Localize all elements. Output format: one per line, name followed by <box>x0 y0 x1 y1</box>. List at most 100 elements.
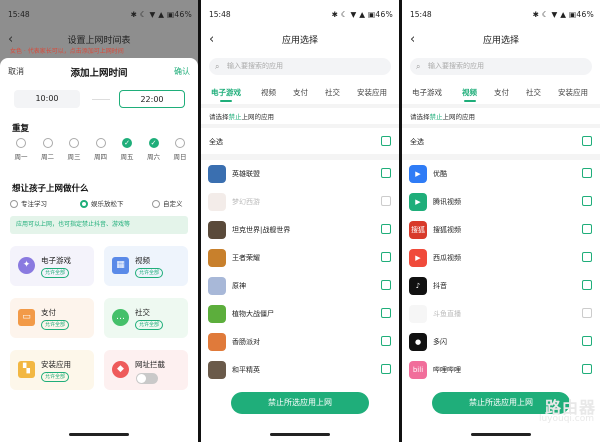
mode-option[interactable]: 专注学习 <box>10 198 47 208</box>
tab-games[interactable]: 电子游戏 <box>211 87 241 102</box>
tab-install[interactable]: 安装应用 <box>357 87 387 98</box>
list-subtitle: 请选择禁止上网的应用 <box>410 113 475 121</box>
circle-icon <box>95 138 106 148</box>
category-video[interactable]: ▦ 视频 允许全部 <box>104 246 188 286</box>
app-row[interactable]: ♪ 抖音 <box>402 272 600 300</box>
tab-payment[interactable]: 支付 <box>494 87 509 98</box>
search-icon: ⌕ <box>215 62 220 71</box>
app-row[interactable]: ▶ 优酷 <box>402 160 600 188</box>
day-option[interactable]: 周四 <box>90 138 112 161</box>
app-row[interactable]: ▶ 腾讯视频 <box>402 188 600 216</box>
app-name: 英雄联盟 <box>232 170 260 178</box>
category-badge: 允许全部 <box>41 372 70 382</box>
select-all-row[interactable]: 全选 <box>402 128 600 156</box>
category-badge: 允许全部 <box>135 320 164 330</box>
app-row[interactable]: 香肠派对 <box>201 328 399 356</box>
status-icons: ✱ ☾ ▼ ▲ ▣46% <box>331 10 393 19</box>
category-install[interactable]: ▚ 安装应用 允许全部 <box>10 350 94 390</box>
tab-video[interactable]: 视频 <box>261 87 276 98</box>
end-time-field[interactable]: 22:00 <box>119 90 185 108</box>
day-label: 周四 <box>94 153 107 161</box>
tab-games[interactable]: 电子游戏 <box>412 87 442 98</box>
checkbox[interactable] <box>582 136 592 146</box>
radio-icon <box>152 200 160 208</box>
app-row[interactable]: ● 多闪 <box>402 328 600 356</box>
checkbox[interactable] <box>582 336 592 346</box>
checkbox[interactable] <box>381 224 391 234</box>
block-selected-button[interactable]: 禁止所选应用上网 <box>231 392 369 414</box>
checkbox[interactable] <box>381 336 391 346</box>
checkbox[interactable] <box>381 364 391 374</box>
app-row[interactable]: 坦克世界|战舰世界 <box>201 216 399 244</box>
repeat-label: 重复 <box>12 124 30 134</box>
start-time-field[interactable]: 10:00 <box>14 90 80 108</box>
category-name: 支付 <box>41 308 56 317</box>
checkbox[interactable] <box>381 308 391 318</box>
checkbox[interactable] <box>381 168 391 178</box>
gesture-bar <box>471 433 531 436</box>
day-picker: 周一 周二 周三 周四 ✓ 周五 ✓ 周六 周日 <box>10 138 190 164</box>
app-row[interactable]: bili 哔哩哔哩 <box>402 356 600 384</box>
category-name: 网址拦截 <box>135 360 165 369</box>
checkbox[interactable] <box>582 224 592 234</box>
select-all-row[interactable]: 全选 <box>201 128 399 156</box>
day-option[interactable]: 周三 <box>63 138 85 161</box>
app-row[interactable]: 英雄联盟 <box>201 160 399 188</box>
tab-payment[interactable]: 支付 <box>293 87 308 98</box>
app-icon: ▶ <box>409 249 427 267</box>
checkbox[interactable] <box>582 364 592 374</box>
app-row[interactable]: 植物大战僵尸 <box>201 300 399 328</box>
day-label: 周日 <box>173 153 187 161</box>
app-name: 王者荣耀 <box>232 254 260 262</box>
tab-install[interactable]: 安装应用 <box>558 87 588 98</box>
app-icon: 搜狐 <box>409 221 427 239</box>
day-option[interactable]: 周日 <box>169 138 191 161</box>
app-row[interactable]: ▶ 西瓜视频 <box>402 244 600 272</box>
app-select-video-panel: 15:48 ✱ ☾ ▼ ▲ ▣46% ‹ 应用选择 ⌕ 输入要搜索的应用 电子游戏… <box>402 0 600 442</box>
mode-option[interactable]: 娱乐放松下 <box>80 198 124 208</box>
day-option[interactable]: 周二 <box>37 138 59 161</box>
header: ‹ 应用选择 <box>402 28 600 52</box>
day-option[interactable]: 周一 <box>10 138 32 161</box>
day-label: 周六 <box>147 153 160 161</box>
gamepad-icon: ✦ <box>18 257 35 274</box>
circle-icon <box>175 138 185 148</box>
category-badge: 允许全部 <box>41 320 70 330</box>
checkbox[interactable] <box>582 280 592 290</box>
category-games[interactable]: ✦ 电子游戏 允许全部 <box>10 246 94 286</box>
tab-video[interactable]: 视频 <box>462 87 477 102</box>
checkbox[interactable] <box>582 252 592 262</box>
app-name: 西瓜视频 <box>433 254 461 262</box>
checkbox[interactable] <box>582 196 592 206</box>
checkbox[interactable] <box>381 280 391 290</box>
app-row[interactable]: 搜狐 搜狐视频 <box>402 216 600 244</box>
tab-social[interactable]: 社交 <box>325 87 340 98</box>
day-option[interactable]: ✓ 周六 <box>143 138 165 161</box>
search-input[interactable]: ⌕ 输入要搜索的应用 <box>209 58 391 75</box>
category-payment[interactable]: ▭ 支付 允许全部 <box>10 298 94 338</box>
select-all-label: 全选 <box>410 138 424 146</box>
divider <box>402 104 600 108</box>
confirm-button[interactable]: 确认 <box>174 66 190 77</box>
app-name: 坦克世界|战舰世界 <box>232 226 291 234</box>
category-social[interactable]: … 社交 允许全部 <box>104 298 188 338</box>
status-bar: 15:48 ✱ ☾ ▼ ▲ ▣46% <box>0 0 198 26</box>
category-badge: 允许全部 <box>41 268 70 278</box>
tab-social[interactable]: 社交 <box>526 87 541 98</box>
day-option[interactable]: ✓ 周五 <box>116 138 138 161</box>
app-row[interactable]: 和平精英 <box>201 356 399 384</box>
app-row[interactable]: 王者荣耀 <box>201 244 399 272</box>
day-label: 周五 <box>120 153 134 161</box>
page-title: 设置上网时间表 <box>67 36 131 46</box>
app-name: 和平精英 <box>232 366 260 374</box>
checkbox[interactable] <box>381 136 391 146</box>
app-row[interactable]: 原神 <box>201 272 399 300</box>
mode-option[interactable]: 自定义 <box>152 198 183 208</box>
search-input[interactable]: ⌕ 输入要搜索的应用 <box>410 58 592 75</box>
circle-icon <box>69 138 79 148</box>
app-select-games-panel: 15:48 ✱ ☾ ▼ ▲ ▣46% ‹ 应用选择 ⌕ 输入要搜索的应用 电子游戏… <box>201 0 399 442</box>
url-block-toggle[interactable] <box>136 373 158 384</box>
search-placeholder: 输入要搜索的应用 <box>428 62 484 70</box>
checkbox[interactable] <box>582 168 592 178</box>
checkbox[interactable] <box>381 252 391 262</box>
